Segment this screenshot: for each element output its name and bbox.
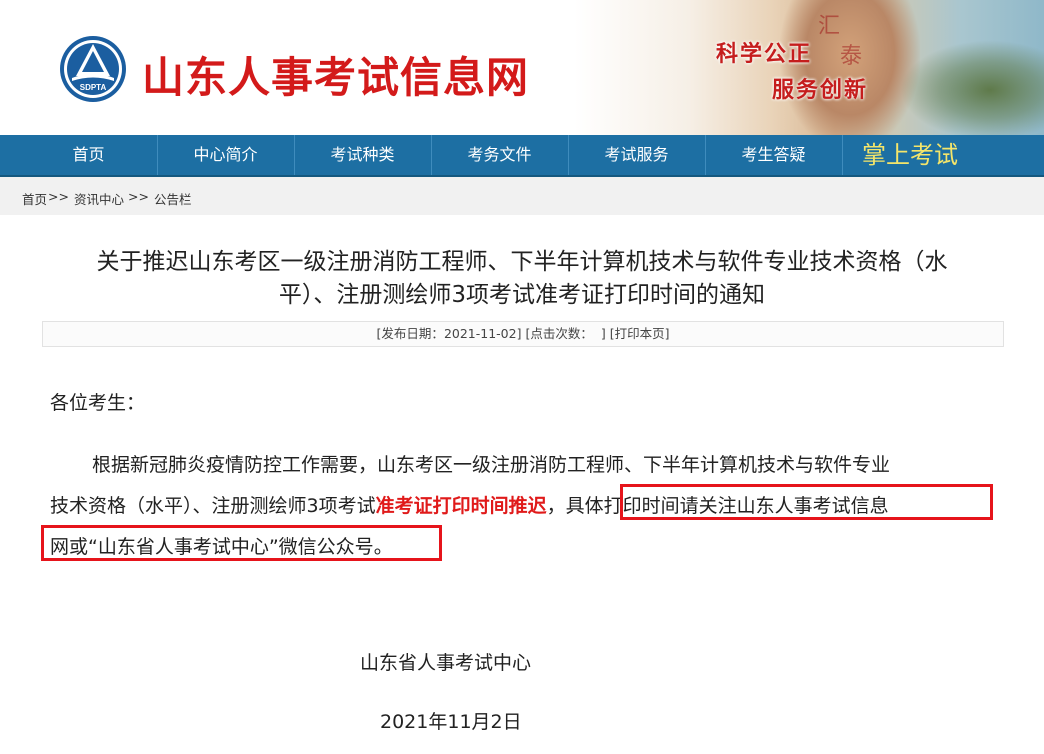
article-title-line-2: 平）、注册测绘师3项考试准考证打印时间的通知 [278,282,766,308]
nav-item-exam-documents[interactable]: 考务文件 [431,135,569,175]
click-count-close: ] [600,326,606,341]
print-page-link[interactable]: [打印本页] [610,326,670,341]
breadcrumb-section[interactable]: 资讯中心 [74,189,124,208]
highlight-box-2 [41,525,442,561]
highlight-box-1 [620,484,993,520]
signature-organization: 山东省人事考试中心 [360,652,532,674]
banner-rock-inscription: 泰 [840,44,863,69]
breadcrumb-separator: >> [48,189,69,204]
click-count-label: [点击次数： [525,326,593,341]
body-line-1: 根据新冠肺炎疫情防控工作需要，山东考区一级注册消防工程师、下半年计算机技术与软件… [92,454,891,476]
slogan-line-1: 科学公正 [716,41,813,67]
nav-item-exam-services[interactable]: 考试服务 [568,135,706,175]
signature-date: 2021年11月2日 [380,711,522,733]
nav-item-exam-types[interactable]: 考试种类 [294,135,432,175]
nav-item-mobile-exam[interactable]: 掌上考试 [842,135,978,175]
breadcrumb: 首页 >> 资讯中心 >> 公告栏 [0,177,1044,215]
banner-rock-inscription: 汇 [818,14,841,39]
header-banner: 汇 泰 SDPTA 山东人事考试信息网 科学公正 服务创新 [0,0,1044,135]
breadcrumb-home[interactable]: 首页 [22,189,47,208]
sdpta-logo[interactable]: SDPTA [58,34,128,104]
logo-icon: SDPTA [60,36,126,102]
site-title[interactable]: 山东人事考试信息网 [142,44,529,105]
logo-text: SDPTA [80,83,107,92]
article-title-line-1: 关于推迟山东考区一级注册消防工程师、下半年计算机技术与软件专业技术资格（水 [96,249,948,275]
nav-item-faq[interactable]: 考生答疑 [705,135,843,175]
breadcrumb-current[interactable]: 公告栏 [154,189,192,208]
article-title: 关于推迟山东考区一级注册消防工程师、下半年计算机技术与软件专业技术资格（水 平）… [30,246,1014,312]
breadcrumb-separator: >> [128,189,149,204]
main-nav: 首页 中心简介 考试种类 考务文件 考试服务 考生答疑 掌上考试 [0,135,1044,177]
body-line-2-text: 技术资格（水平）、注册测绘师3项考试 [50,495,376,517]
publish-date-close: ] [516,326,522,341]
emphasis-postponed: 准考证打印时间推迟 [375,495,547,517]
greeting: 各位考生： [50,392,146,414]
body-line-2-comma: ， [546,495,566,517]
publish-date-label: [发布日期： [376,326,444,341]
publish-date: 2021-11-02 [443,326,517,341]
slogan-line-2: 服务创新 [772,77,869,103]
article-meta-bar: [发布日期：2021-11-02] [点击次数： ] [打印本页] [42,321,1004,347]
nav-item-home[interactable]: 首页 [20,135,158,175]
nav-item-about[interactable]: 中心简介 [157,135,295,175]
banner-tree-image [900,40,1044,135]
